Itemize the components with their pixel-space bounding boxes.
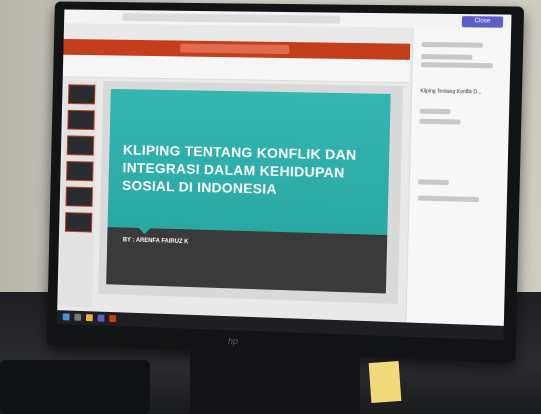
side-panel-line (417, 195, 480, 203)
monitor-stand (190, 350, 360, 414)
slide-thumbnails-panel (59, 80, 98, 308)
monitor-screen: Close KLIPING TENTANG KONFLIK DAN INTEGR… (56, 9, 512, 341)
close-button[interactable]: Close (461, 16, 504, 28)
slide-thumbnail[interactable] (65, 186, 93, 207)
ribbon-toolbar (62, 54, 410, 84)
slide-thumbnail[interactable] (67, 84, 96, 105)
search-box[interactable] (180, 43, 290, 55)
sticky-note (368, 361, 402, 403)
start-icon[interactable] (62, 313, 70, 321)
side-panel-line (420, 62, 493, 69)
side-panel-line (419, 118, 461, 125)
side-panel-line (421, 54, 473, 60)
monitor-logo: hp (228, 336, 239, 346)
side-panel-line (421, 41, 483, 48)
side-panel-line (419, 108, 451, 115)
monitor: Close KLIPING TENTANG KONFLIK DAN INTEGR… (46, 1, 525, 363)
window-title-bar: Close (64, 9, 512, 29)
slide-notch-decoration (136, 225, 153, 235)
keyboard (0, 360, 150, 414)
slide-editing-area: KLIPING TENTANG KONFLIK DAN INTEGRASI DA… (98, 80, 404, 304)
current-slide[interactable]: KLIPING TENTANG KONFLIK DAN INTEGRASI DA… (106, 88, 391, 294)
details-side-panel: Kliping Tentang Konflik D... (405, 27, 512, 341)
side-panel-line (418, 179, 449, 186)
slide-thumbnail[interactable] (67, 109, 95, 131)
address-bar (122, 13, 341, 24)
slide-thumbnail[interactable] (66, 160, 94, 182)
teams-icon[interactable] (97, 314, 105, 322)
side-panel-file-title[interactable]: Kliping Tentang Konflik D... (420, 88, 481, 95)
search-icon[interactable] (74, 313, 82, 321)
slide-title: KLIPING TENTANG KONFLIK DAN INTEGRASI DA… (121, 141, 357, 197)
slide-thumbnail[interactable] (66, 135, 95, 156)
slide-thumbnail[interactable] (64, 212, 93, 233)
powerpoint-icon[interactable] (109, 314, 117, 323)
slide-author: BY : ARENFA FAIRUZ K (122, 237, 189, 246)
folder-icon[interactable] (85, 314, 93, 322)
